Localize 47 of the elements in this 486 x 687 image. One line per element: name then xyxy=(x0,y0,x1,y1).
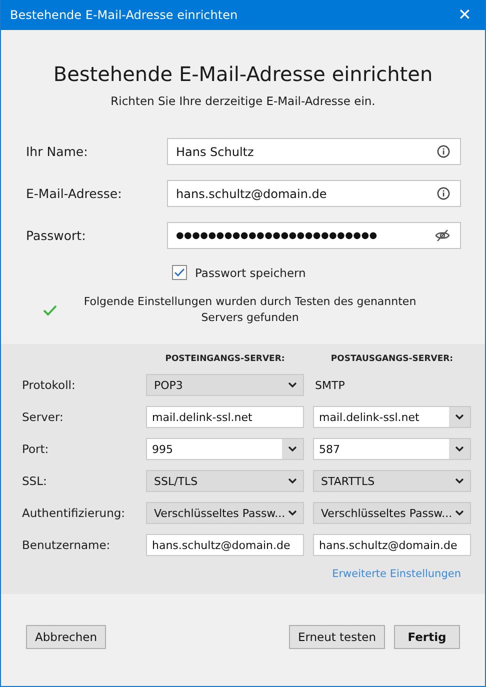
combo-field[interactable]: mail.delink-ssl.net xyxy=(313,406,471,428)
combo-field[interactable]: 995 xyxy=(146,438,304,460)
close-button[interactable]: ✕ xyxy=(454,5,475,25)
caret-icon xyxy=(455,414,464,420)
input-field[interactable]: ●●●●●●●●●●●●●●●●●●●●●●●●● xyxy=(167,222,461,249)
input-field[interactable]: hans.schultz@domain.de xyxy=(146,534,304,556)
hidden-eye-icon[interactable] xyxy=(435,229,450,242)
input-field[interactable]: hans.schultz@domain.de xyxy=(167,180,461,207)
checkbox[interactable] xyxy=(172,265,187,280)
input-field[interactable]: mail.delink-ssl.net xyxy=(146,406,304,428)
dropdown[interactable]: STARTTLS xyxy=(313,470,471,492)
setting-label: Server: xyxy=(22,410,64,424)
dropdown[interactable]: SSL/TLS xyxy=(146,470,304,492)
dialog-button[interactable]: Abbrechen xyxy=(26,625,106,649)
caret-icon xyxy=(455,446,464,452)
combo-field[interactable]: 587 xyxy=(313,438,471,460)
caret-icon xyxy=(288,446,297,452)
caret-icon xyxy=(455,510,464,516)
setting-label: Protokoll: xyxy=(22,378,76,392)
caret-icon xyxy=(288,478,297,484)
dialog-button[interactable]: Erneut testen xyxy=(288,625,385,649)
info-icon[interactable] xyxy=(437,187,450,200)
field-label: E-Mail-Adresse: xyxy=(26,186,123,201)
done-button[interactable]: Fertig xyxy=(394,625,460,649)
input-field[interactable]: Hans Schultz xyxy=(167,138,461,165)
dropdown[interactable]: Verschlüsseltes Passw... xyxy=(313,502,471,524)
caret-icon xyxy=(288,510,297,516)
checkbox-label[interactable]: Passwort speichern xyxy=(195,266,306,280)
dropdown[interactable]: POP3 xyxy=(146,374,304,396)
setting-label: SSL: xyxy=(22,474,48,488)
dialog-subtitle: Richten Sie Ihre derzeitige E-Mail-Adresse ein. xyxy=(110,94,376,108)
setting-label: Port: xyxy=(22,442,50,456)
caret-icon xyxy=(288,382,297,388)
column-header: POSTAUSGANGS-SERVER: xyxy=(330,354,454,364)
input-field[interactable]: hans.schultz@domain.de xyxy=(313,534,471,556)
protocol-text: SMTP xyxy=(314,378,346,392)
window-title: Bestehende E-Mail-Adresse einrichten xyxy=(10,8,238,22)
info-icon[interactable] xyxy=(437,145,450,158)
dialog-heading: Bestehende E-Mail-Adresse einrichten xyxy=(52,62,434,86)
setting-label: Benutzername: xyxy=(22,538,112,552)
field-label: Passwort: xyxy=(26,228,87,243)
setting-label: Authentifizierung: xyxy=(22,506,126,520)
caret-icon xyxy=(455,478,464,484)
field-label: Ihr Name: xyxy=(26,144,89,159)
status-message: Folgende Einstellungen wurden durch Testen des genannten Servers gefunden xyxy=(82,294,418,326)
column-header: POSTEINGANGS-SERVER: xyxy=(164,354,286,364)
dropdown[interactable]: Verschlüsseltes Passw... xyxy=(146,502,304,524)
